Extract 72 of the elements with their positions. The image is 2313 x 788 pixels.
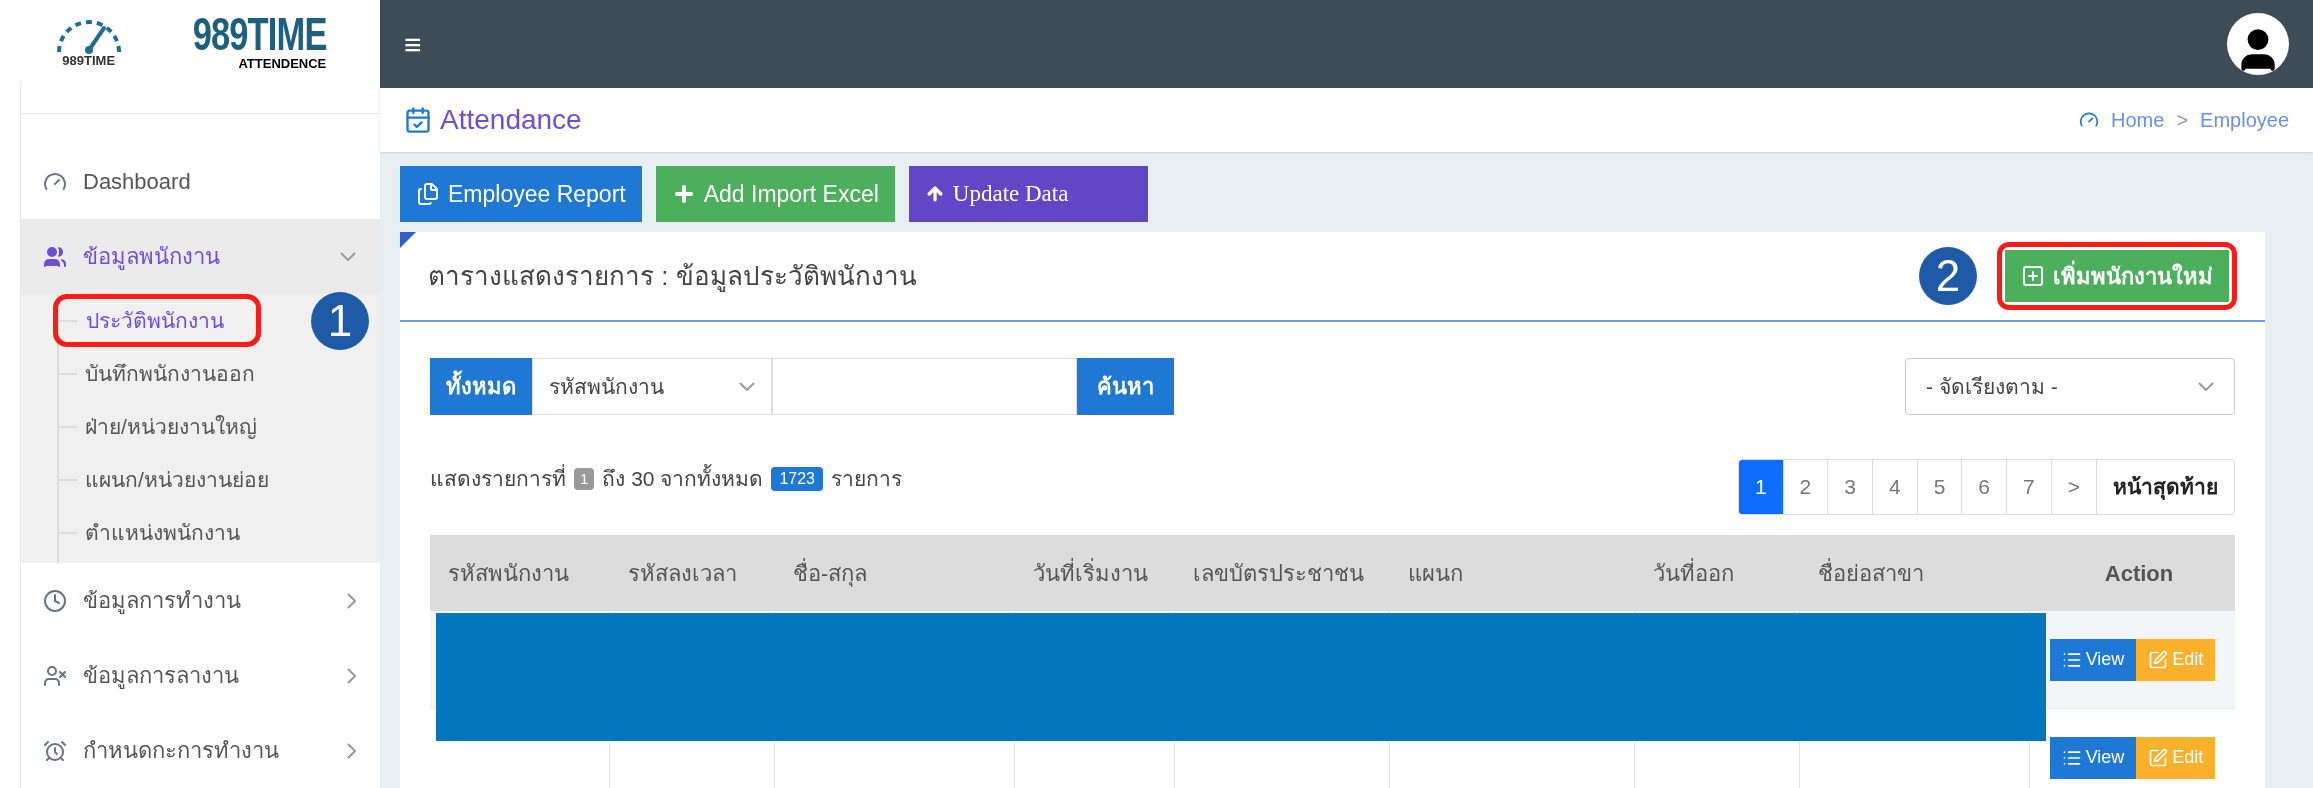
alarm-clock-icon — [43, 738, 67, 763]
search-button[interactable]: ค้นหา — [1077, 358, 1174, 415]
documents-icon — [416, 182, 440, 206]
page-button[interactable]: 4 — [1872, 460, 1917, 514]
toolbar-button[interactable]: Add Import Excel — [655, 166, 895, 222]
edit-icon — [2148, 649, 2169, 670]
logo-caption: 989TIME — [62, 54, 116, 67]
column-header: แผนก — [1407, 559, 1464, 588]
sidebar-item[interactable]: Dashboard — [21, 144, 380, 219]
menu-button[interactable]: ≡ — [404, 21, 422, 67]
page-title: Attendance — [440, 103, 582, 137]
chevron-right-icon — [347, 667, 356, 684]
chevron-right-icon — [347, 592, 356, 609]
sort-select[interactable]: - จัดเรียงตาม - — [1905, 358, 2235, 415]
chevron-down-icon — [340, 252, 356, 261]
sidebar-item[interactable]: ข้อมูลพนักงาน — [21, 219, 380, 294]
submenu-item[interactable]: ตำแหน่งพนักงาน — [77, 512, 248, 553]
page-button[interactable]: 5 — [1916, 460, 1962, 514]
column-header: เลขบัตรประชาชน — [1192, 559, 1365, 588]
plus-square-icon — [2021, 264, 2045, 288]
column-header: ชื่อ-สกุล — [792, 557, 869, 589]
chevron-down-icon — [2198, 382, 2214, 391]
page-button[interactable]: 6 — [1961, 460, 2007, 514]
page-button[interactable]: 7 — [2006, 460, 2051, 514]
logo-name: 989TIME — [192, 11, 327, 57]
submenu-item[interactable]: ประวัติพนักงาน — [78, 300, 232, 341]
gauge-icon — [2079, 110, 2099, 130]
chevron-down-icon — [739, 382, 755, 391]
toolbar-button[interactable]: Employee Report — [400, 166, 642, 222]
sidebar-item[interactable]: กำหนดกะการทำงาน — [21, 713, 380, 788]
chevron-right-icon — [347, 742, 356, 759]
breadcrumb-link[interactable]: Home — [2111, 105, 2165, 135]
view-button[interactable]: View — [2049, 638, 2137, 681]
page-button[interactable]: > — [2050, 460, 2096, 514]
sidebar-item[interactable]: ข้อมูลการลางาน — [21, 638, 380, 713]
breadcrumb-separator: > — [2176, 108, 2189, 133]
toolbar-button[interactable]: Update Data — [908, 166, 1149, 222]
submenu-item[interactable]: ฝ่าย/หน่วยงานใหญ่ — [77, 406, 265, 447]
corner-marker — [400, 232, 416, 248]
page-button[interactable]: 2 — [1782, 460, 1828, 514]
column-header: รหัสพนักงาน — [447, 559, 570, 588]
calendar-check-icon — [404, 106, 432, 134]
scope-button[interactable]: ทั้งหมด — [430, 358, 532, 415]
page-button[interactable]: 1 — [1738, 460, 1783, 514]
sidebar-item[interactable]: ข้อมูลการทำงาน — [21, 563, 380, 638]
edit-icon — [2148, 747, 2169, 768]
total-badge: 1723 — [771, 466, 823, 491]
page-button[interactable]: หน้าสุดท้าย — [2096, 460, 2234, 514]
submenu-item[interactable]: บันทึกพนักงานออก — [77, 353, 263, 394]
summary-text: แสดงรายการที่ — [430, 463, 566, 495]
column-header: วันที่ออก — [1652, 557, 1735, 588]
clock-icon — [43, 588, 67, 613]
field-select[interactable]: รหัสพนักงาน — [532, 358, 772, 415]
annotation-number: 1 — [311, 291, 369, 350]
summary-text: ถึง 30 จากทั้งหมด — [602, 463, 764, 495]
page-button[interactable]: 3 — [1827, 460, 1872, 514]
user-off-icon — [43, 663, 67, 688]
users-icon — [43, 244, 67, 269]
submenu-item[interactable]: แผนก/หน่วยงานย่อย — [77, 459, 277, 500]
column-header: ชื่อย่อสาขา — [1817, 557, 1925, 588]
column-header: Action — [2103, 559, 2175, 588]
add-employee-button[interactable]: เพิ่มพนักงานใหม่ — [2005, 250, 2229, 302]
search-field[interactable] — [772, 358, 1077, 415]
view-button[interactable]: View — [2049, 736, 2137, 779]
summary-text: รายการ — [830, 466, 902, 492]
logo-subtitle: ATTENDENCE — [238, 57, 327, 70]
column-header: รหัสลงเวลา — [627, 559, 738, 588]
column-header: วันที่เริ่มงาน — [1032, 557, 1149, 588]
annotation-number: 2 — [1919, 247, 1977, 305]
range-start-badge: 1 — [574, 467, 595, 490]
breadcrumb-link[interactable]: Employee — [2200, 105, 2289, 135]
card-title: ตารางแสดงรายการ : ข้อมูลประวัติพนักงาน — [428, 259, 917, 294]
